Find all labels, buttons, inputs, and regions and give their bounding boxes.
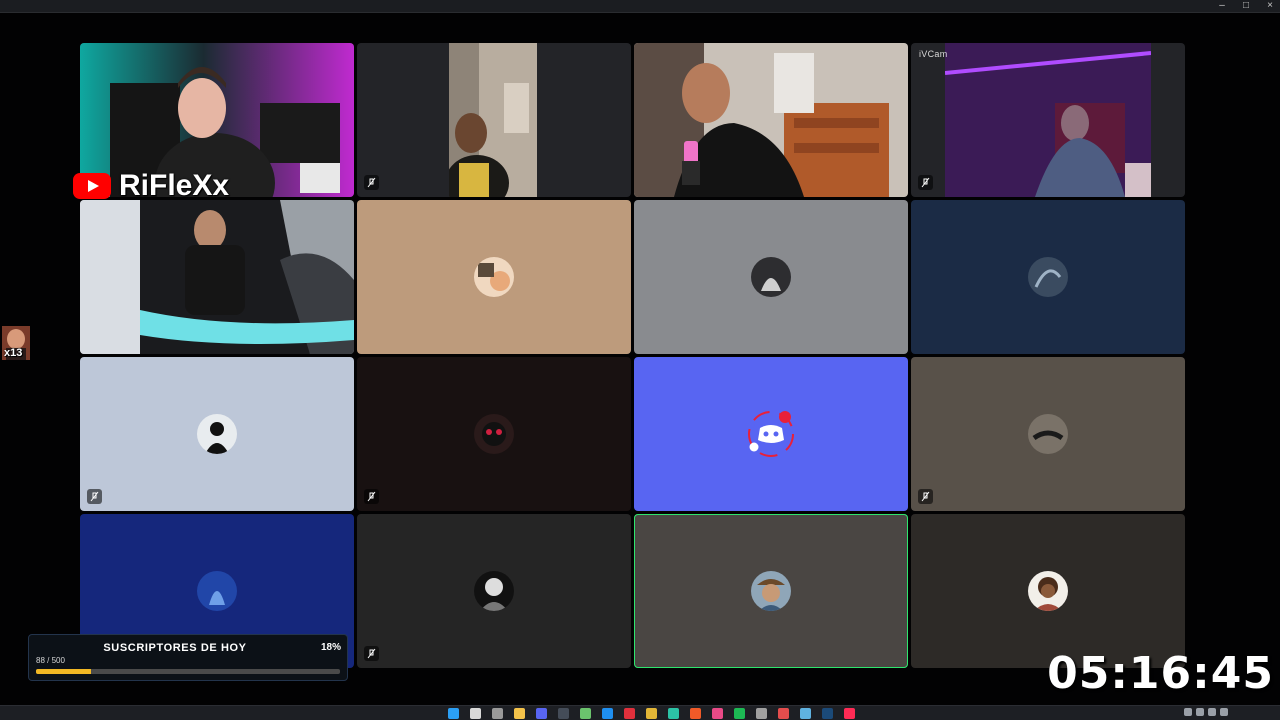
muted-icon	[918, 489, 933, 504]
avatar-tile[interactable]	[80, 357, 354, 511]
app-icon[interactable]	[756, 708, 767, 719]
user-avatar	[474, 414, 514, 454]
goal-progress-track	[36, 669, 340, 674]
system-tray	[1184, 708, 1232, 716]
user-avatar	[474, 257, 514, 297]
avatar-tile[interactable]	[911, 357, 1185, 511]
muted-icon	[87, 489, 102, 504]
search-icon[interactable]	[470, 708, 481, 719]
app-icon[interactable]	[778, 708, 789, 719]
participant-camera	[634, 43, 908, 197]
avatar-tile-speaking[interactable]	[634, 514, 908, 668]
avatar-tile[interactable]	[357, 514, 631, 668]
goal-title: SUSCRIPTORES DE HOY	[103, 642, 247, 654]
camera-app-label: iVCam	[919, 49, 948, 59]
avatar-tile[interactable]	[911, 200, 1185, 354]
minimize-icon[interactable]: –	[1212, 0, 1232, 12]
network-icon[interactable]	[1208, 708, 1216, 716]
close-icon[interactable]: ×	[1260, 0, 1280, 12]
brave-icon[interactable]	[690, 708, 701, 719]
muted-icon	[364, 489, 379, 504]
video-tile-participant[interactable]	[634, 43, 908, 197]
terminal-icon[interactable]	[558, 708, 569, 719]
video-tile-participant[interactable]: iVCam	[911, 43, 1185, 197]
user-avatar	[474, 571, 514, 611]
tiktok-icon[interactable]	[844, 708, 855, 719]
steam-icon[interactable]	[822, 708, 833, 719]
avatar-tile[interactable]	[634, 200, 908, 354]
user-avatar	[751, 257, 791, 297]
app-icon[interactable]	[712, 708, 723, 719]
avatar-tile[interactable]	[357, 200, 631, 354]
stream-timer: 05:16:45	[1047, 648, 1274, 699]
windows-taskbar	[0, 705, 1280, 720]
goal-count: 88 / 500	[36, 656, 65, 665]
app-icon[interactable]	[580, 708, 591, 719]
microphone-icon[interactable]	[1196, 708, 1204, 716]
participant-camera	[80, 200, 354, 354]
opera-icon[interactable]	[624, 708, 635, 719]
chevron-up-icon[interactable]	[1184, 708, 1192, 716]
youtube-channel-overlay: RiFleXx	[73, 169, 230, 202]
task-view-icon[interactable]	[492, 708, 503, 719]
muted-icon	[364, 175, 379, 190]
taskbar-apps	[448, 708, 866, 719]
stream-screen: – □ × iVCam RiFleXx x13 SUSCRIPTORES DE …	[0, 0, 1280, 720]
user-avatar	[1028, 257, 1068, 297]
youtube-logo-icon	[73, 173, 111, 199]
participant-camera	[449, 43, 537, 197]
user-avatar	[197, 571, 237, 611]
user-avatar	[1028, 414, 1068, 454]
app-icon[interactable]	[800, 708, 811, 719]
goal-percent: 18%	[320, 642, 341, 653]
maximize-icon[interactable]: □	[1236, 0, 1256, 12]
video-tile-participant[interactable]	[357, 43, 631, 197]
user-avatar	[197, 414, 237, 454]
volume-icon[interactable]	[1220, 708, 1228, 716]
avatar-tile[interactable]	[911, 514, 1185, 668]
spotify-icon[interactable]	[734, 708, 745, 719]
video-tile-participant[interactable]	[80, 200, 354, 354]
participant-camera	[945, 43, 1151, 197]
user-avatar	[1028, 571, 1068, 611]
avatar-tile[interactable]	[634, 357, 908, 511]
file-explorer-icon[interactable]	[514, 708, 525, 719]
app-icon[interactable]	[668, 708, 679, 719]
goal-progress-fill	[36, 669, 91, 674]
channel-name: RiFleXx	[119, 169, 230, 202]
muted-icon	[364, 646, 379, 661]
discord-icon[interactable]	[536, 708, 547, 719]
chrome-icon[interactable]	[646, 708, 657, 719]
windows-start-icon[interactable]	[448, 708, 459, 719]
voice-call-grid: iVCam	[80, 43, 1185, 668]
subscribers-goal-widget: SUSCRIPTORES DE HOY 18% 88 / 500	[28, 634, 348, 681]
avatar-tile[interactable]	[357, 357, 631, 511]
user-avatar	[751, 571, 791, 611]
window-title-bar: – □ ×	[0, 0, 1280, 13]
muted-icon	[918, 175, 933, 190]
edge-icon[interactable]	[602, 708, 613, 719]
multiplier-badge: x13	[4, 347, 23, 359]
discord-default-avatar	[748, 411, 794, 457]
